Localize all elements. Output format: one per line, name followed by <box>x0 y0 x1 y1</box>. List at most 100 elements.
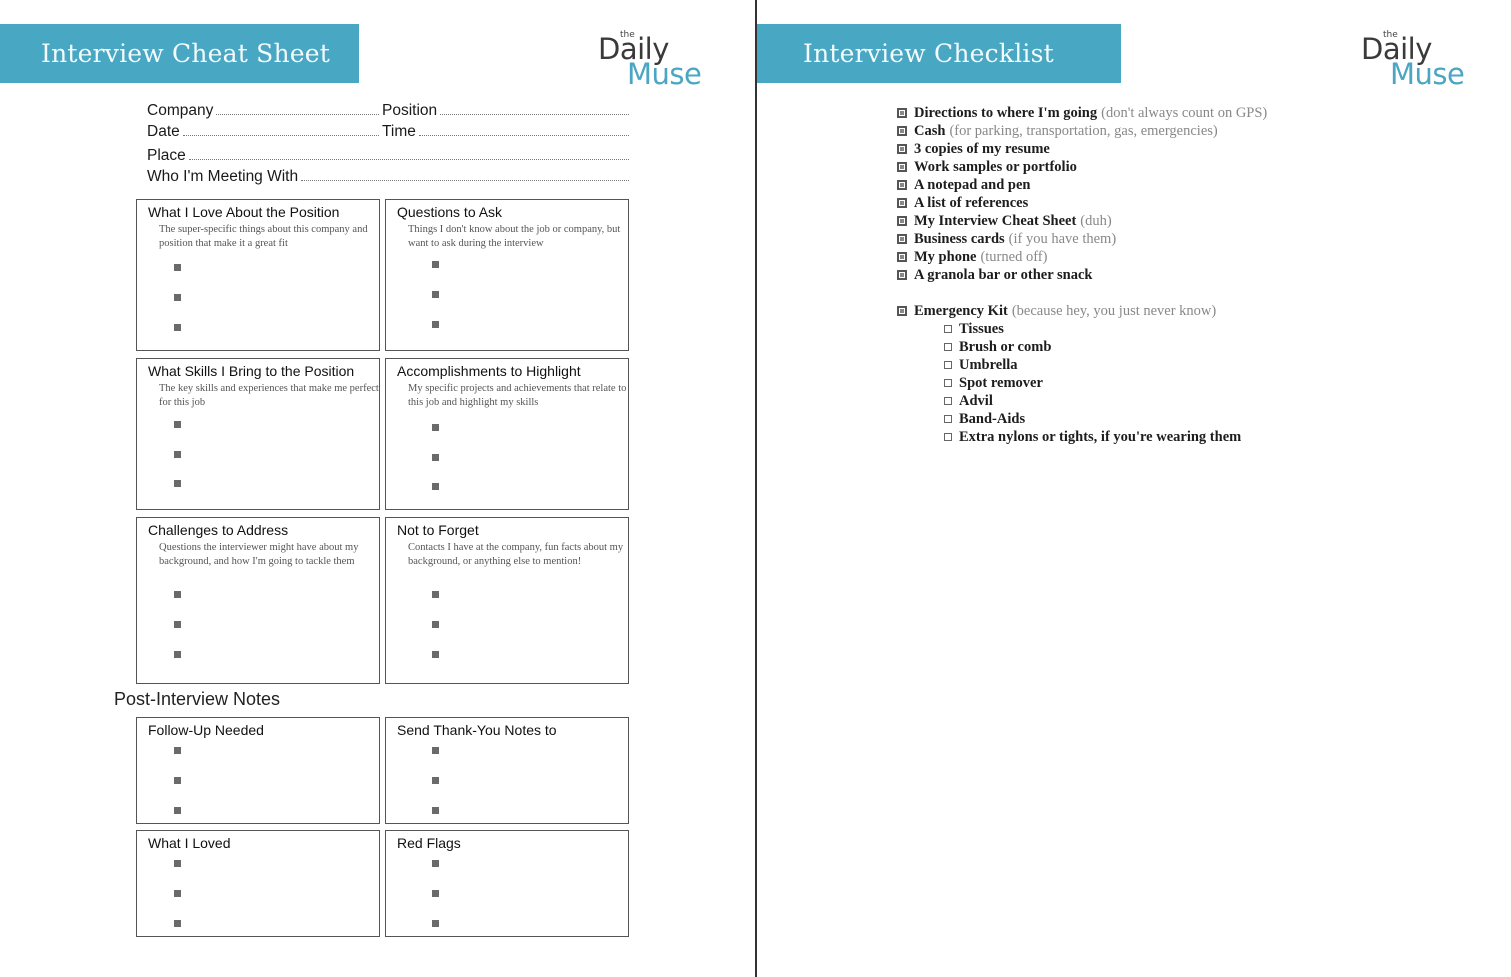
interview-info-fields: Company Position Date Time Place Who I'm… <box>147 99 629 186</box>
checkbox-icon[interactable] <box>897 306 907 316</box>
checkbox-icon[interactable] <box>897 252 907 262</box>
section-title: Not to Forget <box>397 522 479 538</box>
time-line[interactable] <box>418 135 629 136</box>
checklist-item-note: (don't always count on GPS) <box>1101 104 1268 121</box>
time-field[interactable]: Time <box>382 123 629 141</box>
bullet-icon <box>174 591 181 598</box>
company-line[interactable] <box>216 114 379 115</box>
bullet-icon <box>432 621 439 628</box>
checklist-item[interactable]: A list of references <box>897 194 1267 212</box>
bullet-icon <box>174 807 181 814</box>
checkbox-icon[interactable] <box>944 415 952 423</box>
checkbox-icon[interactable] <box>897 162 907 172</box>
post-section-box[interactable]: Follow-Up Needed <box>136 717 380 824</box>
company-label: Company <box>147 102 214 119</box>
checklist-item[interactable]: Work samples or portfolio <box>897 158 1267 176</box>
checkbox-icon[interactable] <box>897 198 907 208</box>
section-title: What I Loved <box>148 835 231 851</box>
cheat-sheet-banner: Interview Cheat Sheet <box>0 24 359 83</box>
bullet-icon <box>174 480 181 487</box>
section-box[interactable]: Not to Forget Contacts I have at the com… <box>385 517 629 684</box>
bullet-icon <box>174 264 181 271</box>
checklist-item-label: A notepad and pen <box>914 176 1031 193</box>
section-title: Accomplishments to Highlight <box>397 363 581 379</box>
position-field[interactable]: Position <box>382 102 629 120</box>
who-label: Who I'm Meeting With <box>147 168 299 185</box>
emergency-sub-item[interactable]: Umbrella <box>897 356 1267 374</box>
emergency-sub-item-label: Umbrella <box>959 356 1018 373</box>
checklist-item[interactable]: Cash (for parking, transportation, gas, e… <box>897 122 1267 140</box>
emergency-kit-item[interactable]: Emergency Kit (because hey, you just neve… <box>897 302 1267 320</box>
emergency-sub-item[interactable]: Advil <box>897 392 1267 410</box>
who-field[interactable]: Who I'm Meeting With <box>147 168 629 186</box>
checkbox-icon[interactable] <box>897 126 907 136</box>
bullet-icon <box>174 777 181 784</box>
company-field[interactable]: Company <box>147 102 379 120</box>
checklist-item[interactable]: A granola bar or other snack <box>897 266 1267 284</box>
checkbox-icon[interactable] <box>944 343 952 351</box>
checklist-item-label: Work samples or portfolio <box>914 158 1077 175</box>
section-title: Red Flags <box>397 835 461 851</box>
checkbox-icon[interactable] <box>897 180 907 190</box>
section-box[interactable]: Challenges to Address Questions the inte… <box>136 517 380 684</box>
post-section-box[interactable]: Send Thank-You Notes to <box>385 717 629 824</box>
position-line[interactable] <box>440 114 629 115</box>
bullet-icon <box>174 621 181 628</box>
emergency-sub-item-label: Brush or comb <box>959 338 1052 355</box>
emergency-sub-item[interactable]: Band-Aids <box>897 410 1267 428</box>
post-section-box[interactable]: What I Loved <box>136 830 380 937</box>
bullet-icon <box>432 454 439 461</box>
checklist-item[interactable]: A notepad and pen <box>897 176 1267 194</box>
bullet-icon <box>174 890 181 897</box>
checkbox-icon[interactable] <box>944 325 952 333</box>
bullet-icon <box>432 483 439 490</box>
checklist-item[interactable]: Business cards (if you have them) <box>897 230 1267 248</box>
section-box[interactable]: Accomplishments to Highlight My specific… <box>385 358 629 510</box>
checklist-banner: Interview Checklist <box>757 24 1121 83</box>
date-line[interactable] <box>182 135 379 136</box>
section-box[interactable]: What Skills I Bring to the Position The … <box>136 358 380 510</box>
bullet-icon <box>432 860 439 867</box>
bullet-icon <box>432 651 439 658</box>
emergency-sub-item-label: Band-Aids <box>959 410 1026 427</box>
emergency-sub-item[interactable]: Extra nylons or tights, if you're wearin… <box>897 428 1267 446</box>
section-box[interactable]: Questions to Ask Things I don't know abo… <box>385 199 629 351</box>
checkbox-icon[interactable] <box>944 361 952 369</box>
emergency-sub-item[interactable]: Tissues <box>897 320 1267 338</box>
place-line[interactable] <box>188 159 629 160</box>
checklist-item[interactable]: My phone (turned off) <box>897 248 1267 266</box>
emergency-sub-item-label: Advil <box>959 392 993 409</box>
section-description: Things I don't know about the job or com… <box>408 224 621 249</box>
checkbox-icon[interactable] <box>897 234 907 244</box>
checkbox-icon[interactable] <box>897 216 907 226</box>
checkbox-icon[interactable] <box>944 433 952 441</box>
bullet-icon <box>432 291 439 298</box>
checklist-item-note: (for parking, transportation, gas, emerg… <box>949 122 1218 139</box>
date-field[interactable]: Date <box>147 123 379 141</box>
emergency-sub-item[interactable]: Brush or comb <box>897 338 1267 356</box>
bullet-icon <box>432 890 439 897</box>
checkbox-icon[interactable] <box>897 108 907 118</box>
emergency-sub-item[interactable]: Spot remover <box>897 374 1267 392</box>
checklist-item[interactable]: My Interview Cheat Sheet (duh) <box>897 212 1267 230</box>
bullet-icon <box>432 591 439 598</box>
checklist-item-label: Business cards <box>914 230 1005 247</box>
section-description: The key skills and experiences that make… <box>159 383 379 408</box>
place-field[interactable]: Place <box>147 147 629 165</box>
checklist-item[interactable]: 3 copies of my resume <box>897 140 1267 158</box>
section-box[interactable]: What I Love About the Position The super… <box>136 199 380 351</box>
checkbox-icon[interactable] <box>944 379 952 387</box>
checklist-item[interactable]: Directions to where I'm going (don't alwa… <box>897 104 1267 122</box>
emergency-sub-item-label: Extra nylons or tights, if you're wearin… <box>959 428 1242 445</box>
checkbox-icon[interactable] <box>897 270 907 280</box>
who-line[interactable] <box>301 180 629 181</box>
section-title: Send Thank-You Notes to <box>397 722 557 738</box>
checklist-item-note: (if you have them) <box>1008 230 1117 247</box>
checklist-item-label: Directions to where I'm going <box>914 104 1098 121</box>
checklist-item-note: (duh) <box>1080 212 1112 229</box>
checklist-item-label: My Interview Cheat Sheet <box>914 212 1077 229</box>
checkbox-icon[interactable] <box>944 397 952 405</box>
post-section-box[interactable]: Red Flags <box>385 830 629 937</box>
section-description: The super-specific things about this com… <box>159 224 368 249</box>
checkbox-icon[interactable] <box>897 144 907 154</box>
